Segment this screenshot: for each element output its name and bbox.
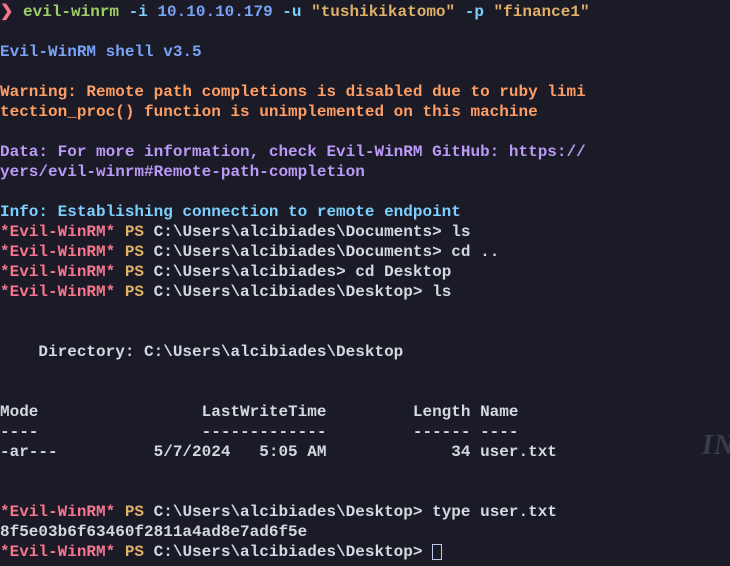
shell-line-cursor[interactable]: *Evil-WinRM* PS C:\Users\alcibiades\Desk… bbox=[0, 542, 730, 562]
shell-prefix: *Evil-WinRM* bbox=[0, 503, 115, 521]
shell-prefix: *Evil-WinRM* bbox=[0, 543, 115, 561]
shell-cmd: ls bbox=[432, 283, 451, 301]
shell-path: C:\Users\alcibiades\Desktop> bbox=[154, 283, 423, 301]
data-line-1: Data: For more information, check Evil-W… bbox=[0, 142, 730, 162]
ps-label: PS bbox=[125, 223, 144, 241]
flag-p: -p bbox=[465, 3, 484, 21]
shell-cmd: ls bbox=[451, 223, 470, 241]
listing-divider: ---- ------------- ------ ---- bbox=[0, 422, 730, 442]
flag-i: -i bbox=[129, 3, 148, 21]
shell-line-1: *Evil-WinRM* PS C:\Users\alcibiades\Docu… bbox=[0, 222, 730, 242]
shell-path: C:\Users\alcibiades\Desktop> bbox=[154, 503, 423, 521]
listing-header: Mode LastWriteTime Length Name bbox=[0, 402, 730, 422]
warning-line-2: tection_proc() function is unimplemented… bbox=[0, 102, 730, 122]
shell-line-2: *Evil-WinRM* PS C:\Users\alcibiades\Docu… bbox=[0, 242, 730, 262]
pass-value: "finance1" bbox=[494, 3, 590, 21]
shell-prefix: *Evil-WinRM* bbox=[0, 223, 115, 241]
shell-path: C:\Users\alcibiades\Desktop> bbox=[154, 543, 423, 561]
shell-path: C:\Users\alcibiades\Documents> bbox=[154, 223, 442, 241]
info-line: Info: Establishing connection to remote … bbox=[0, 202, 730, 222]
shell-prefix: *Evil-WinRM* bbox=[0, 283, 115, 301]
shell-path: C:\Users\alcibiades> bbox=[154, 263, 346, 281]
warning-line-1: Warning: Remote path completions is disa… bbox=[0, 82, 730, 102]
shell-line-type: *Evil-WinRM* PS C:\Users\alcibiades\Desk… bbox=[0, 502, 730, 522]
ps-label: PS bbox=[125, 263, 144, 281]
shell-prefix: *Evil-WinRM* bbox=[0, 263, 115, 281]
listing-row: -ar--- 5/7/2024 5:05 AM 34 user.txt bbox=[0, 442, 730, 462]
shell-cmd: cd .. bbox=[451, 243, 499, 261]
ps-label: PS bbox=[125, 243, 144, 261]
shell-path: C:\Users\alcibiades\Documents> bbox=[154, 243, 442, 261]
command-binary: evil-winrm bbox=[23, 3, 119, 21]
cursor-icon bbox=[432, 544, 442, 560]
ps-label: PS bbox=[125, 503, 144, 521]
shell-line-4: *Evil-WinRM* PS C:\Users\alcibiades\Desk… bbox=[0, 282, 730, 302]
terminal-output: ❯ evil-winrm -i 10.10.10.179 -u "tushiki… bbox=[0, 0, 730, 564]
shell-cmd: cd Desktop bbox=[355, 263, 451, 281]
ip-value: 10.10.10.179 bbox=[157, 3, 272, 21]
ps-label: PS bbox=[125, 283, 144, 301]
shell-cmd: type user.txt bbox=[432, 503, 557, 521]
ps-label: PS bbox=[125, 543, 144, 561]
data-line-2: yers/evil-winrm#Remote-path-completion bbox=[0, 162, 730, 182]
directory-label: Directory: C:\Users\alcibiades\Desktop bbox=[0, 342, 730, 362]
banner-line: Evil-WinRM shell v3.5 bbox=[0, 42, 730, 62]
command-line: ❯ evil-winrm -i 10.10.10.179 -u "tushiki… bbox=[0, 2, 730, 22]
flag-output: 8f5e03b6f63460f2811a4ad8e7ad6f5e bbox=[0, 522, 730, 542]
flag-u: -u bbox=[282, 3, 301, 21]
prompt-symbol: ❯ bbox=[0, 3, 13, 21]
shell-line-3: *Evil-WinRM* PS C:\Users\alcibiades> cd … bbox=[0, 262, 730, 282]
shell-prefix: *Evil-WinRM* bbox=[0, 243, 115, 261]
user-value: "tushikikatomo" bbox=[311, 3, 455, 21]
